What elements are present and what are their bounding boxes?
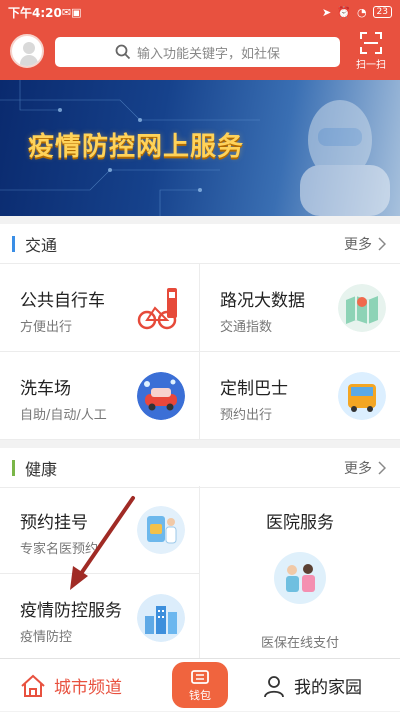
more-label: 更多 — [344, 236, 372, 253]
wallet-icon — [191, 670, 209, 684]
section-header: 健康 更多 — [0, 448, 400, 488]
tab-label: 城市频道 — [54, 678, 122, 698]
tile-subtitle: 自助/自动/人工 — [20, 408, 107, 423]
avatar[interactable] — [10, 34, 44, 68]
hospital-icon — [274, 552, 326, 604]
more-button[interactable]: 更多 — [344, 458, 386, 478]
search-placeholder: 输入功能关键字，如社保 — [136, 46, 280, 62]
tile-appointment[interactable]: 预约挂号 专家名医预约 — [0, 486, 200, 574]
battery-icon: 23 — [372, 6, 392, 18]
scan-label: 扫一扫 — [356, 60, 386, 71]
tab-my-home[interactable]: 我的家园 — [262, 659, 362, 712]
section-header: 交通 更多 — [0, 224, 400, 264]
section-title: 交通 — [25, 235, 58, 255]
car-wash-icon — [137, 372, 185, 420]
city-icon — [137, 594, 185, 642]
alarm-icon: ⏰ — [337, 5, 351, 19]
scan-icon — [360, 32, 382, 54]
tile-subtitle: 预约出行 — [220, 408, 273, 423]
tile-title: 定制巴士 — [220, 379, 288, 399]
status-time: 下午4:20 — [8, 5, 62, 20]
tile-title: 疫情防控服务 — [20, 601, 122, 621]
tile-hospital-service[interactable]: 医院服务 医保在线支付 — [200, 486, 400, 662]
health-section: 健康 更多 预约挂号 专家名医预约 医院服务 医保在线支付 疫情防控服务 疫情防… — [0, 448, 400, 662]
section-accent — [12, 459, 15, 476]
tile-custom-bus[interactable]: 定制巴士 预约出行 — [200, 352, 400, 440]
search-input[interactable]: 输入功能关键字，如社保 — [55, 37, 340, 67]
tile-title: 公共自行车 — [20, 291, 105, 311]
notification-icon: ✉ — [61, 5, 72, 19]
bus-icon — [338, 372, 386, 420]
chevron-right-icon — [378, 236, 386, 251]
tab-city-channel[interactable]: 城市频道 — [20, 659, 122, 712]
tile-title: 医院服务 — [266, 513, 334, 533]
tile-traffic-data[interactable]: 路况大数据 交通指数 — [200, 264, 400, 352]
tile-title: 预约挂号 — [20, 513, 88, 533]
tile-car-wash[interactable]: 洗车场 自助/自动/人工 — [0, 352, 200, 440]
user-icon — [264, 675, 284, 697]
tile-subtitle: 交通指数 — [220, 320, 273, 335]
tile-subtitle: 医保在线支付 — [260, 636, 339, 651]
bicycle-icon — [137, 288, 177, 330]
tile-title: 洗车场 — [20, 379, 71, 399]
transport-section: 交通 更多 公共自行车 方便出行 路况大数据 交通指数 洗车场 自助/自动/人工 — [0, 224, 400, 440]
app-header: 输入功能关键字，如社保 扫一扫 — [0, 24, 400, 80]
more-label: 更多 — [344, 460, 372, 477]
tile-subtitle: 方便出行 — [20, 320, 73, 335]
tile-epidemic-service[interactable]: 疫情防控服务 疫情防控 — [0, 574, 200, 662]
more-button[interactable]: 更多 — [344, 234, 386, 254]
search-icon — [115, 44, 131, 60]
epidemic-banner[interactable]: 疫情防控网上服务 — [0, 80, 400, 216]
tile-subtitle: 专家名医预约 — [20, 542, 99, 557]
status-bar: 下午4:20 ✉ ▣ ➤ ⏰ ◔ 23 — [0, 0, 400, 24]
chevron-right-icon — [378, 460, 386, 475]
map-icon — [338, 284, 386, 332]
section-accent — [12, 235, 15, 252]
wallet-label: 钱包 — [189, 689, 211, 702]
section-title: 健康 — [25, 459, 58, 479]
notification-icon: ▣ — [71, 5, 82, 19]
wifi-icon: ◔ — [356, 5, 367, 19]
banner-title: 疫情防控网上服务 — [28, 132, 245, 162]
tile-subtitle: 疫情防控 — [20, 630, 73, 645]
registration-icon — [137, 506, 185, 554]
home-icon — [21, 674, 45, 697]
tile-title: 路况大数据 — [220, 291, 305, 311]
scan-button[interactable]: 扫一扫 — [353, 30, 389, 74]
tile-public-bicycle[interactable]: 公共自行车 方便出行 — [0, 264, 200, 352]
location-icon: ➤ — [322, 5, 332, 19]
wallet-button[interactable]: 钱包 — [172, 662, 228, 708]
tab-label: 我的家园 — [294, 678, 362, 698]
